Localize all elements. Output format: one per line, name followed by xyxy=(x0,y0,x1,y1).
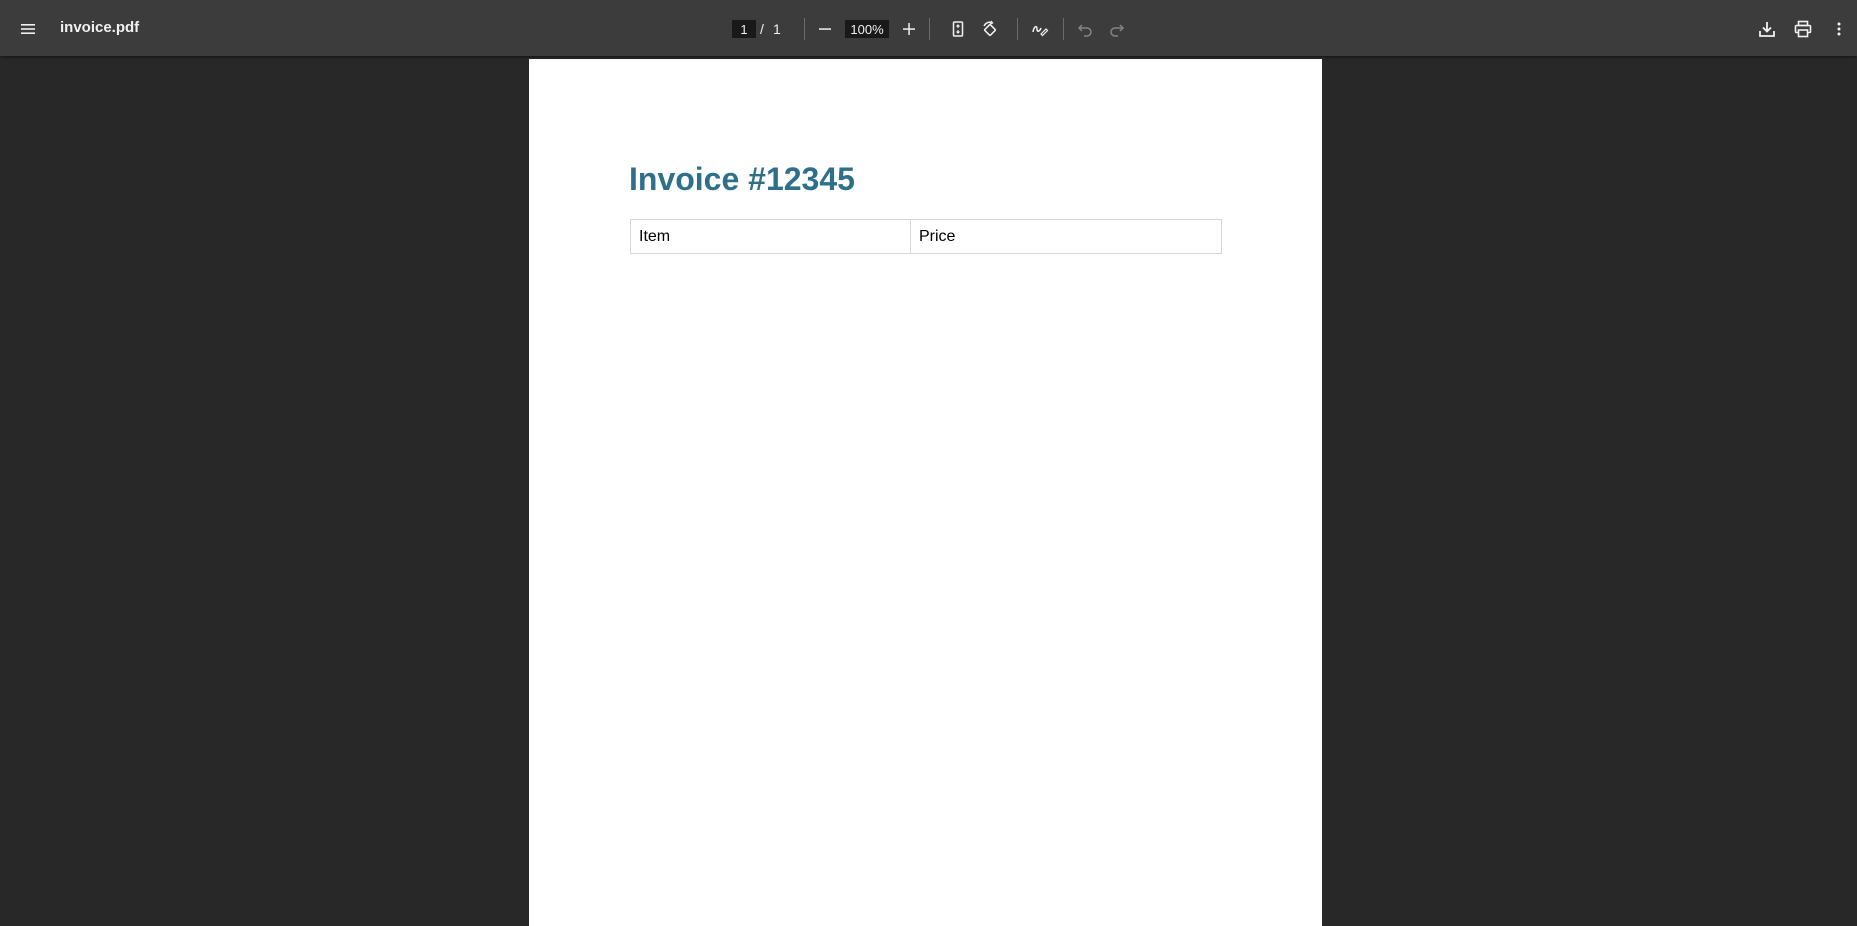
undo-button[interactable] xyxy=(1069,13,1101,45)
toolbar-divider xyxy=(929,18,930,40)
menu-icon[interactable] xyxy=(12,13,44,45)
zoom-in-button[interactable] xyxy=(893,13,925,45)
redo-button[interactable] xyxy=(1101,13,1133,45)
redo-icon xyxy=(1110,24,1125,37)
annotate-button[interactable] xyxy=(1024,13,1056,45)
undo-icon xyxy=(1077,24,1092,37)
invoice-table: Item Price xyxy=(630,219,1222,254)
zoom-out-button[interactable] xyxy=(809,13,841,45)
rotate-button[interactable] xyxy=(974,13,1006,45)
file-name: invoice.pdf xyxy=(60,19,140,36)
fit-page-button[interactable] xyxy=(942,13,974,45)
page-number-input[interactable] xyxy=(732,20,756,38)
table-row: Item Price xyxy=(630,219,1222,254)
table-cell-item: Item xyxy=(630,219,911,254)
pdf-toolbar: invoice.pdf / 1 xyxy=(0,0,1857,56)
draw-icon xyxy=(1032,25,1049,37)
download-icon xyxy=(1759,22,1775,37)
print-icon xyxy=(1794,20,1812,38)
plus-icon xyxy=(903,23,915,35)
more-vertical-icon xyxy=(1837,22,1841,36)
pdf-page: Invoice #12345 Item Price xyxy=(529,59,1322,926)
minus-icon xyxy=(819,28,831,30)
toolbar-divider xyxy=(1017,18,1018,40)
print-button[interactable] xyxy=(1787,13,1819,45)
fit-page-icon xyxy=(952,21,964,37)
invoice-title: Invoice #12345 xyxy=(629,161,855,197)
download-button[interactable] xyxy=(1751,13,1783,45)
page-separator: / xyxy=(760,21,764,37)
toolbar-divider xyxy=(804,18,805,40)
pdf-viewer-area[interactable]: Invoice #12345 Item Price xyxy=(0,56,1857,926)
more-actions-button[interactable] xyxy=(1823,13,1855,45)
rotate-icon xyxy=(983,20,996,36)
toolbar-divider xyxy=(1063,18,1064,40)
zoom-input[interactable] xyxy=(845,20,889,38)
table-cell-price: Price xyxy=(910,219,1222,254)
page-total: 1 xyxy=(773,21,781,37)
